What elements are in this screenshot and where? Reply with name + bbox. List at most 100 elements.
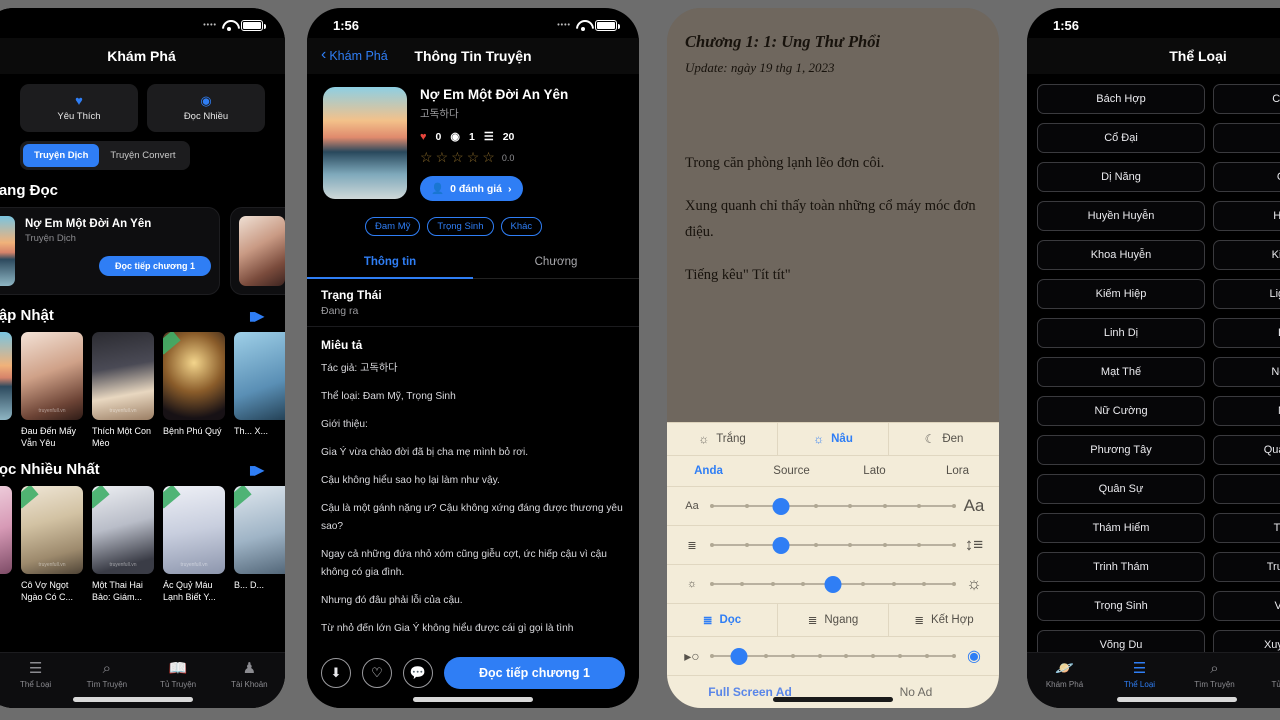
book-item[interactable]: Nợ Em Một Đời An Yên (0, 332, 12, 449)
theme-den-button[interactable]: ☾ Đen (888, 423, 999, 455)
book-item[interactable]: Th... X... (234, 332, 285, 449)
autoscroll-slider[interactable] (710, 647, 956, 665)
segment-truyen-dich[interactable]: Truyện Dịch (23, 144, 100, 167)
genre-tag[interactable]: Khác (500, 217, 543, 236)
font-lora-button[interactable]: Lora (916, 456, 999, 486)
genre-button[interactable]: Cung Đấu (1213, 84, 1280, 114)
full-screen-ad-button[interactable]: Full Screen Ad (667, 676, 833, 708)
chevron-more-icon[interactable]: ▮▶ (249, 309, 264, 323)
genre-tag[interactable]: Trọng Sinh (427, 217, 494, 236)
genre-button[interactable]: Truyện Teen (1213, 552, 1280, 582)
quick-favorites-button[interactable]: ♥ Yêu Thích (20, 84, 138, 132)
book-cover[interactable] (323, 87, 407, 199)
genre-grid[interactable]: Bách Hợp Cung Đấu Cổ Đại Dị Giới Dị Năng Gia … (1027, 74, 1280, 660)
genre-button[interactable]: Lịch Sử (1213, 318, 1280, 348)
book-item[interactable]: T... (0, 486, 12, 603)
book-item[interactable]: truyenfull.vn Đau Đến Mấy Vẫn Yêu (21, 332, 83, 449)
genre-button[interactable]: Cổ Đại (1037, 123, 1205, 153)
detail-tabs[interactable]: Thông tin Chương (307, 246, 639, 279)
genre-tags[interactable]: Đam Mỹ Trọng Sinh Khác (307, 209, 639, 246)
continue-reading-row[interactable]: Nợ Em Một Đời An Yên Truyện Dịch Đọc tiế… (0, 207, 285, 295)
genre-button[interactable]: Nữ Cường (1037, 396, 1205, 426)
genre-button[interactable]: Trinh Thám (1037, 552, 1205, 582)
play-circle-icon[interactable]: ▸○ (681, 648, 703, 665)
genre-button[interactable]: Dị Giới (1213, 123, 1280, 153)
continue-reading-card[interactable]: Đau Đến Mấy Vẫn Yêu Truyện Dịch Đọc tiếp… (230, 207, 285, 295)
genre-button[interactable]: Kiếm Hiệp (1213, 240, 1280, 270)
genre-button[interactable]: Sủng (1213, 474, 1280, 504)
continue-reading-card[interactable]: Nợ Em Một Đời An Yên Truyện Dịch Đọc tiế… (0, 207, 220, 295)
tab-tu-truyen[interactable]: 📖 Tủ Truyện (1252, 661, 1280, 689)
book-item[interactable]: B... D... (234, 486, 285, 603)
autoscroll-speed-row[interactable]: ▸○ ◉ (667, 637, 999, 676)
updates-row[interactable]: Nợ Em Một Đời An Yên truyenfull.vn Đau Đ… (0, 332, 285, 449)
book-item[interactable]: truyenfull.vn Ác Quỷ Máu Lạnh Biết Y... (163, 486, 225, 603)
genre-button[interactable]: Hài Hước (1213, 201, 1280, 231)
genre-button[interactable]: Việt Nam (1213, 591, 1280, 621)
genre-button[interactable]: Quan Trường (1213, 435, 1280, 465)
mode-ngang-button[interactable]: ≣ Ngang (777, 604, 888, 636)
genre-button[interactable]: Trọng Sinh (1037, 591, 1205, 621)
genre-button[interactable]: Linh Dị (1037, 318, 1205, 348)
genre-button[interactable]: Kiếm Hiệp (1037, 279, 1205, 309)
font-anda-button[interactable]: Anda (667, 456, 750, 486)
genre-button[interactable]: Light Novel (1213, 279, 1280, 309)
font-size-slider[interactable] (710, 497, 956, 515)
tab-the-loai[interactable]: ☰ Thể Loại (1102, 661, 1177, 689)
genre-button[interactable]: Tiên Hiệp (1213, 513, 1280, 543)
book-item[interactable]: Bệnh Phú Quý (163, 332, 225, 449)
genre-button[interactable]: Thám Hiểm (1037, 513, 1205, 543)
book-item[interactable]: truyenfull.vn Một Thai Hai Bảo: Giám... (92, 486, 154, 603)
genre-tag[interactable]: Đam Mỹ (365, 217, 421, 236)
scroll-mode-row[interactable]: ≣ Dọc ≣ Ngang ≣ Kết Hợp (667, 604, 999, 637)
no-ad-button[interactable]: No Ad (833, 676, 999, 708)
mode-doc-button[interactable]: ≣ Dọc (667, 604, 777, 636)
slider-knob[interactable] (824, 575, 842, 593)
genre-button[interactable]: Mạt Thế (1037, 357, 1205, 387)
back-button[interactable]: ‹ Khám Phá (321, 47, 388, 64)
line-height-slider[interactable] (710, 536, 956, 554)
brightness-slider-row[interactable]: ☼ ☼ (667, 565, 999, 604)
tab-tim-truyen[interactable]: ⌕ Tìm Truyện (71, 661, 142, 689)
genre-button[interactable]: Ngôn Tình (1213, 357, 1280, 387)
genre-button[interactable]: Nữ Phụ (1213, 396, 1280, 426)
genre-button[interactable]: Gia Đấu (1213, 162, 1280, 192)
tab-kham-pha[interactable]: 🪐 Khám Phá (1027, 661, 1102, 689)
genre-button[interactable]: Quân Sự (1037, 474, 1205, 504)
play-circle-icon[interactable]: ◉ (963, 646, 985, 666)
font-source-button[interactable]: Source (750, 456, 833, 486)
brightness-slider[interactable] (710, 575, 956, 593)
font-row[interactable]: Anda Source Lato Lora (667, 456, 999, 487)
chevron-more-icon[interactable]: ▮▶ (249, 463, 264, 477)
tab-tu-truyen[interactable]: 📖 Tủ Truyện (143, 661, 214, 689)
source-segmented-control[interactable]: Truyện Dịch Truyện Convert (20, 141, 190, 170)
most-read-row[interactable]: T... truyenfull.vn Cô Vợ Ngọt Ngào Có C.… (0, 486, 285, 603)
tab-the-loai[interactable]: ☰ Thể Loại (0, 661, 71, 689)
genre-button[interactable]: Khoa Huyễn (1037, 240, 1205, 270)
continue-chapter-button[interactable]: Đọc tiếp chương 1 (99, 256, 211, 276)
tab-chuong[interactable]: Chương (473, 246, 639, 278)
slider-knob[interactable] (772, 536, 790, 554)
theme-nau-button[interactable]: ☼ Nâu (777, 423, 888, 455)
tab-tai-khoan[interactable]: ♟ Tài Khoản (214, 661, 285, 689)
genre-button[interactable]: Huyền Huyễn (1037, 201, 1205, 231)
comment-icon[interactable]: 💬 (403, 658, 433, 688)
genre-button[interactable]: Dị Năng (1037, 162, 1205, 192)
book-item[interactable]: truyenfull.vn Thích Một Con Mèo (92, 332, 154, 449)
theme-row[interactable]: ☼ Trắng ☼ Nâu ☾ Đen (667, 423, 999, 456)
line-height-slider-row[interactable]: ≣ ↕≡ (667, 526, 999, 565)
font-size-slider-row[interactable]: Aa Aa (667, 487, 999, 526)
read-continue-button[interactable]: Đọc tiếp chương 1 (444, 657, 625, 689)
slider-knob[interactable] (730, 647, 748, 665)
font-lato-button[interactable]: Lato (833, 456, 916, 486)
segment-truyen-convert[interactable]: Truyện Convert (99, 144, 186, 167)
genre-button[interactable]: Bách Hợp (1037, 84, 1205, 114)
favorite-heart-icon[interactable]: ♡ (362, 658, 392, 688)
ad-row[interactable]: Full Screen Ad No Ad (667, 676, 999, 708)
download-icon[interactable]: ⬇ (321, 658, 351, 688)
mode-kethop-button[interactable]: ≣ Kết Hợp (888, 604, 999, 636)
slider-knob[interactable] (772, 497, 790, 515)
theme-trang-button[interactable]: ☼ Trắng (667, 423, 777, 455)
tab-tim-truyen[interactable]: ⌕ Tìm Truyện (1177, 661, 1252, 689)
rating-stars[interactable]: ☆ ☆ ☆ ☆ ☆ 0.0 (420, 149, 625, 166)
